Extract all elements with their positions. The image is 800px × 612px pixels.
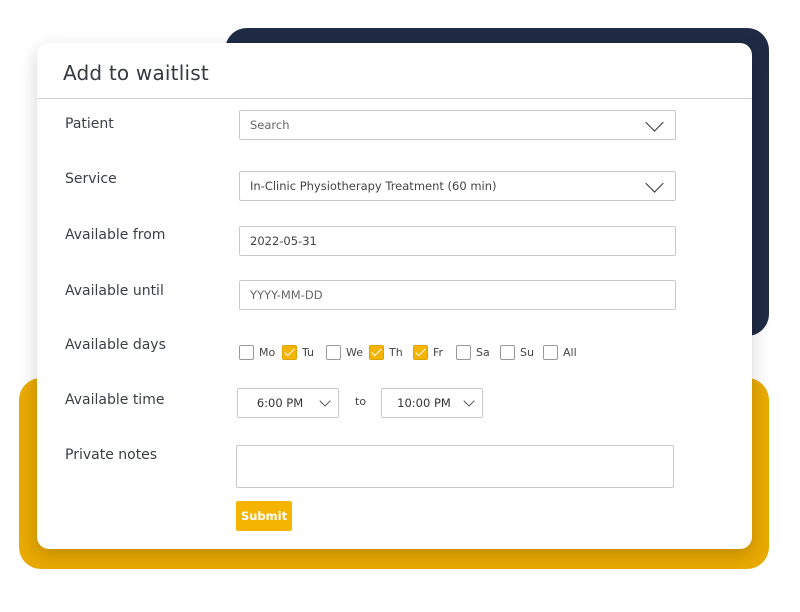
available-from-field[interactable]: 2022-05-31	[239, 226, 676, 256]
day-label-fr: Fr	[433, 345, 444, 359]
time-from-value: 6:00 PM	[256, 396, 304, 410]
day-checkbox-su[interactable]: Su	[500, 342, 534, 362]
checkbox[interactable]	[326, 344, 341, 360]
day-checkbox-th[interactable]: Th	[369, 342, 403, 362]
checkbox[interactable]	[239, 344, 254, 360]
available-until-label: Available until	[65, 283, 164, 299]
service-select[interactable]: In-Clinic Physiotherapy Treatment (60 mi…	[239, 171, 676, 201]
dialog-title: Add to waitlist	[63, 61, 209, 85]
patient-search-select[interactable]: Search	[239, 110, 676, 140]
day-checkbox-fr[interactable]: Fr	[413, 342, 443, 362]
checkbox[interactable]	[543, 344, 558, 360]
day-checkbox-mo[interactable]: Mo	[239, 342, 275, 362]
chevron-down-icon	[645, 113, 664, 132]
day-checkbox-tu[interactable]: Tu	[282, 342, 314, 362]
chevron-down-icon	[645, 174, 664, 193]
day-checkbox-we[interactable]: We	[326, 342, 363, 362]
time-until-select[interactable]: 10:00 PM	[381, 388, 483, 418]
available-until-placeholder: YYYY-MM-DD	[250, 288, 323, 302]
dialog-header: Add to waitlist	[37, 43, 752, 99]
checkbox[interactable]	[500, 344, 515, 360]
day-label-su: Su	[520, 345, 534, 359]
day-label-tu: Tu	[302, 345, 315, 359]
available-until-field[interactable]: YYYY-MM-DD	[239, 280, 676, 310]
available-from-value: 2022-05-31	[250, 234, 317, 248]
patient-search-placeholder: Search	[250, 118, 290, 132]
checkbox[interactable]	[456, 344, 471, 360]
available-from-label: Available from	[65, 227, 166, 243]
service-label: Service	[65, 171, 117, 187]
checkbox-checked[interactable]	[282, 344, 297, 360]
time-from-select[interactable]: 6:00 PM	[237, 388, 339, 418]
service-selected-value: In-Clinic Physiotherapy Treatment (60 mi…	[250, 179, 497, 193]
day-label-we: We	[346, 345, 363, 359]
waitlist-dialog: Add to waitlist Patient Search Service I…	[37, 43, 752, 549]
time-until-value: 10:00 PM	[397, 396, 451, 410]
available-time-label: Available time	[65, 392, 165, 408]
private-notes-textarea[interactable]	[236, 445, 674, 488]
day-checkbox-all[interactable]: All	[543, 342, 577, 362]
day-label-mo: Mo	[259, 345, 276, 359]
stage: Add to waitlist Patient Search Service I…	[0, 0, 800, 612]
day-label-sa: Sa	[476, 345, 490, 359]
chevron-down-icon	[319, 395, 331, 407]
day-label-all: All	[563, 345, 577, 359]
day-label-th: Th	[389, 345, 403, 359]
patient-label: Patient	[65, 116, 114, 132]
chevron-down-icon	[463, 395, 475, 407]
submit-button[interactable]: Submit	[236, 501, 292, 531]
day-checkbox-sa[interactable]: Sa	[456, 342, 490, 362]
time-separator: to	[355, 395, 367, 408]
private-notes-label: Private notes	[65, 447, 158, 463]
checkbox-checked[interactable]	[369, 344, 384, 360]
checkbox-checked[interactable]	[413, 344, 428, 360]
available-days-label: Available days	[65, 337, 166, 353]
